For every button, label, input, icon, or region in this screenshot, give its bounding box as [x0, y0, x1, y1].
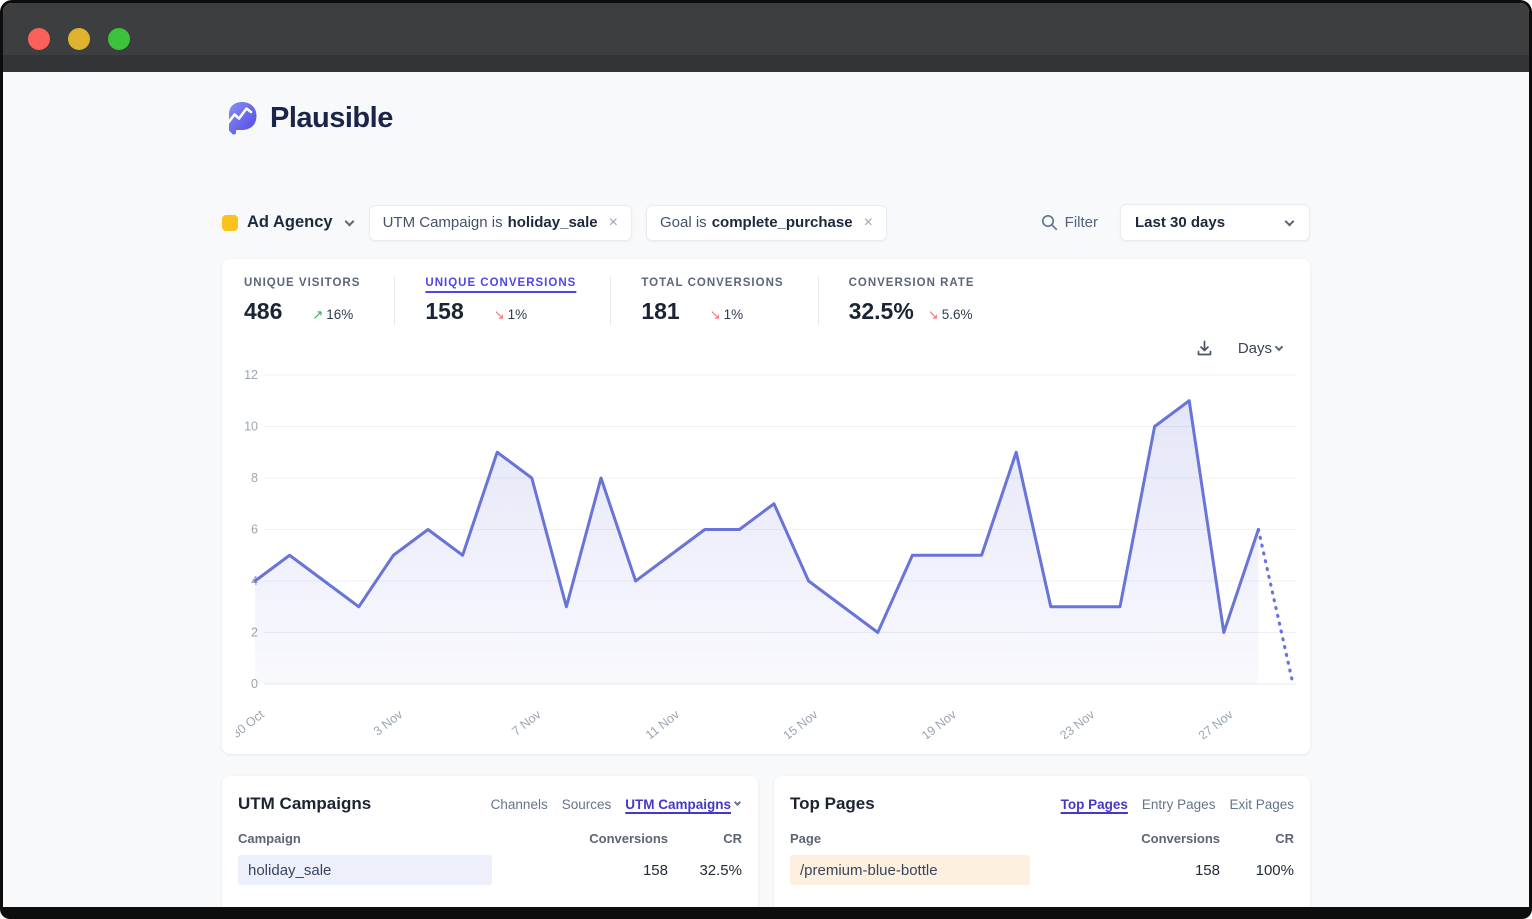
panel-title: Top Pages: [790, 794, 875, 814]
filter-toolbar: Ad Agency UTM Campaign is holiday_sale ×…: [222, 204, 1310, 241]
download-icon[interactable]: [1195, 339, 1214, 358]
stat-conversion-rate: CONVERSION RATE 32.5% ↘5.6%: [818, 277, 1009, 325]
remove-filter-icon[interactable]: ×: [864, 215, 873, 231]
stat-value: 158: [425, 298, 463, 325]
svg-text:7 Nov: 7 Nov: [509, 707, 544, 739]
filter-chip-utm-campaign[interactable]: UTM Campaign is holiday_sale ×: [369, 205, 632, 241]
table-row[interactable]: holiday_sale 158 32.5%: [238, 855, 742, 885]
svg-text:19 Nov: 19 Nov: [919, 707, 959, 739]
svg-text:3 Nov: 3 Nov: [371, 707, 406, 739]
svg-text:11 Nov: 11 Nov: [643, 707, 683, 739]
site-favicon: [222, 215, 238, 231]
stat-unique-conversions: UNIQUE CONVERSIONS 158 ↘1%: [394, 277, 610, 325]
stat-unique-visitors: UNIQUE VISITORS 486 ↗16%: [244, 277, 394, 325]
page-path[interactable]: /premium-blue-bottle: [800, 862, 938, 879]
minimize-window-button[interactable]: [68, 28, 90, 50]
zoom-window-button[interactable]: [108, 28, 130, 50]
svg-text:8: 8: [251, 471, 258, 485]
tab-utm-campaigns[interactable]: UTM Campaigns: [625, 797, 742, 812]
panel-title: UTM Campaigns: [238, 794, 371, 814]
chip-prefix: Goal is: [660, 214, 707, 231]
svg-text:15 Nov: 15 Nov: [781, 707, 821, 739]
site-name: Ad Agency: [247, 213, 333, 232]
svg-text:12: 12: [244, 368, 258, 382]
stat-label-conversion-rate[interactable]: CONVERSION RATE: [849, 277, 975, 289]
chip-value: holiday_sale: [508, 214, 598, 231]
utm-campaigns-panel: UTM Campaigns Channels Sources UTM Campa…: [222, 776, 758, 919]
chevron-down-icon: [344, 216, 354, 226]
stat-delta: 1%: [724, 307, 744, 322]
table-header: Campaign Conversions CR: [238, 831, 742, 846]
svg-text:27 Nov: 27 Nov: [1196, 707, 1236, 739]
top-stats: UNIQUE VISITORS 486 ↗16% UNIQUE CONVERSI…: [222, 259, 1310, 325]
trend-down-icon: ↘: [928, 307, 939, 323]
trend-up-icon: ↗: [312, 307, 323, 323]
remove-filter-icon[interactable]: ×: [609, 215, 618, 231]
filter-button[interactable]: Filter: [1041, 214, 1098, 231]
trend-down-icon: ↘: [710, 307, 721, 323]
tab-sources[interactable]: Sources: [562, 797, 612, 812]
filter-button-label: Filter: [1065, 214, 1098, 231]
brand-name: Plausible: [270, 102, 393, 135]
stat-delta: 5.6%: [942, 307, 973, 322]
browser-window: Plausible Ad Agency UTM Campaign is holi…: [0, 0, 1532, 919]
stat-value: 181: [641, 298, 679, 325]
row-cr: 100%: [1220, 862, 1294, 879]
brand-header: Plausible: [222, 72, 1310, 140]
chevron-down-icon: [1285, 216, 1295, 226]
table-row[interactable]: /premium-blue-bottle 158 100%: [790, 855, 1294, 885]
stat-label-unique-conversions[interactable]: UNIQUE CONVERSIONS: [425, 277, 576, 289]
tab-channels[interactable]: Channels: [491, 797, 548, 812]
chevron-down-icon: [734, 799, 741, 806]
tab-exit-pages[interactable]: Exit Pages: [1229, 797, 1294, 812]
table-header: Page Conversions CR: [790, 831, 1294, 846]
column-cr: CR: [1220, 831, 1294, 846]
stat-total-conversions: TOTAL CONVERSIONS 181 ↘1%: [610, 277, 817, 325]
campaign-name[interactable]: holiday_sale: [248, 862, 331, 879]
chevron-down-icon: [1275, 342, 1283, 350]
svg-text:30 Oct: 30 Oct: [236, 707, 267, 739]
stat-value: 32.5%: [849, 298, 914, 325]
search-icon: [1041, 214, 1058, 231]
stat-delta: 16%: [326, 307, 353, 322]
row-cr: 32.5%: [668, 862, 742, 879]
column-page: Page: [790, 831, 1124, 846]
svg-text:10: 10: [244, 420, 258, 434]
window-titlebar: [3, 3, 1529, 72]
date-range-value: Last 30 days: [1135, 214, 1225, 231]
stat-label-total-conversions[interactable]: TOTAL CONVERSIONS: [641, 277, 783, 289]
filter-chip-goal[interactable]: Goal is complete_purchase ×: [646, 205, 887, 241]
row-conversions: 158: [1124, 862, 1220, 879]
svg-text:23 Nov: 23 Nov: [1057, 707, 1097, 739]
visitors-chart[interactable]: 02468101230 Oct3 Nov7 Nov11 Nov15 Nov19 …: [222, 361, 1310, 744]
analytics-card: UNIQUE VISITORS 486 ↗16% UNIQUE CONVERSI…: [222, 259, 1310, 754]
chart-controls: Days: [222, 325, 1310, 361]
column-conversions: Conversions: [572, 831, 668, 846]
plausible-logo-icon: [222, 99, 260, 137]
column-cr: CR: [668, 831, 742, 846]
stat-label-unique-visitors[interactable]: UNIQUE VISITORS: [244, 277, 360, 289]
tab-entry-pages[interactable]: Entry Pages: [1142, 797, 1216, 812]
svg-text:6: 6: [251, 523, 258, 537]
interval-selector[interactable]: Days: [1238, 340, 1284, 357]
interval-label: Days: [1238, 340, 1272, 357]
stat-value: 486: [244, 298, 282, 325]
chip-value: complete_purchase: [712, 214, 853, 231]
date-range-picker[interactable]: Last 30 days: [1120, 204, 1310, 241]
row-conversions: 158: [572, 862, 668, 879]
tab-top-pages[interactable]: Top Pages: [1061, 797, 1128, 812]
chip-prefix: UTM Campaign is: [383, 214, 503, 231]
close-window-button[interactable]: [28, 28, 50, 50]
trend-down-icon: ↘: [494, 307, 505, 323]
column-campaign: Campaign: [238, 831, 572, 846]
site-selector[interactable]: Ad Agency: [222, 213, 355, 232]
column-conversions: Conversions: [1124, 831, 1220, 846]
top-pages-panel: Top Pages Top Pages Entry Pages Exit Pag…: [774, 776, 1310, 919]
stat-delta: 1%: [508, 307, 528, 322]
traffic-lights: [28, 28, 130, 50]
